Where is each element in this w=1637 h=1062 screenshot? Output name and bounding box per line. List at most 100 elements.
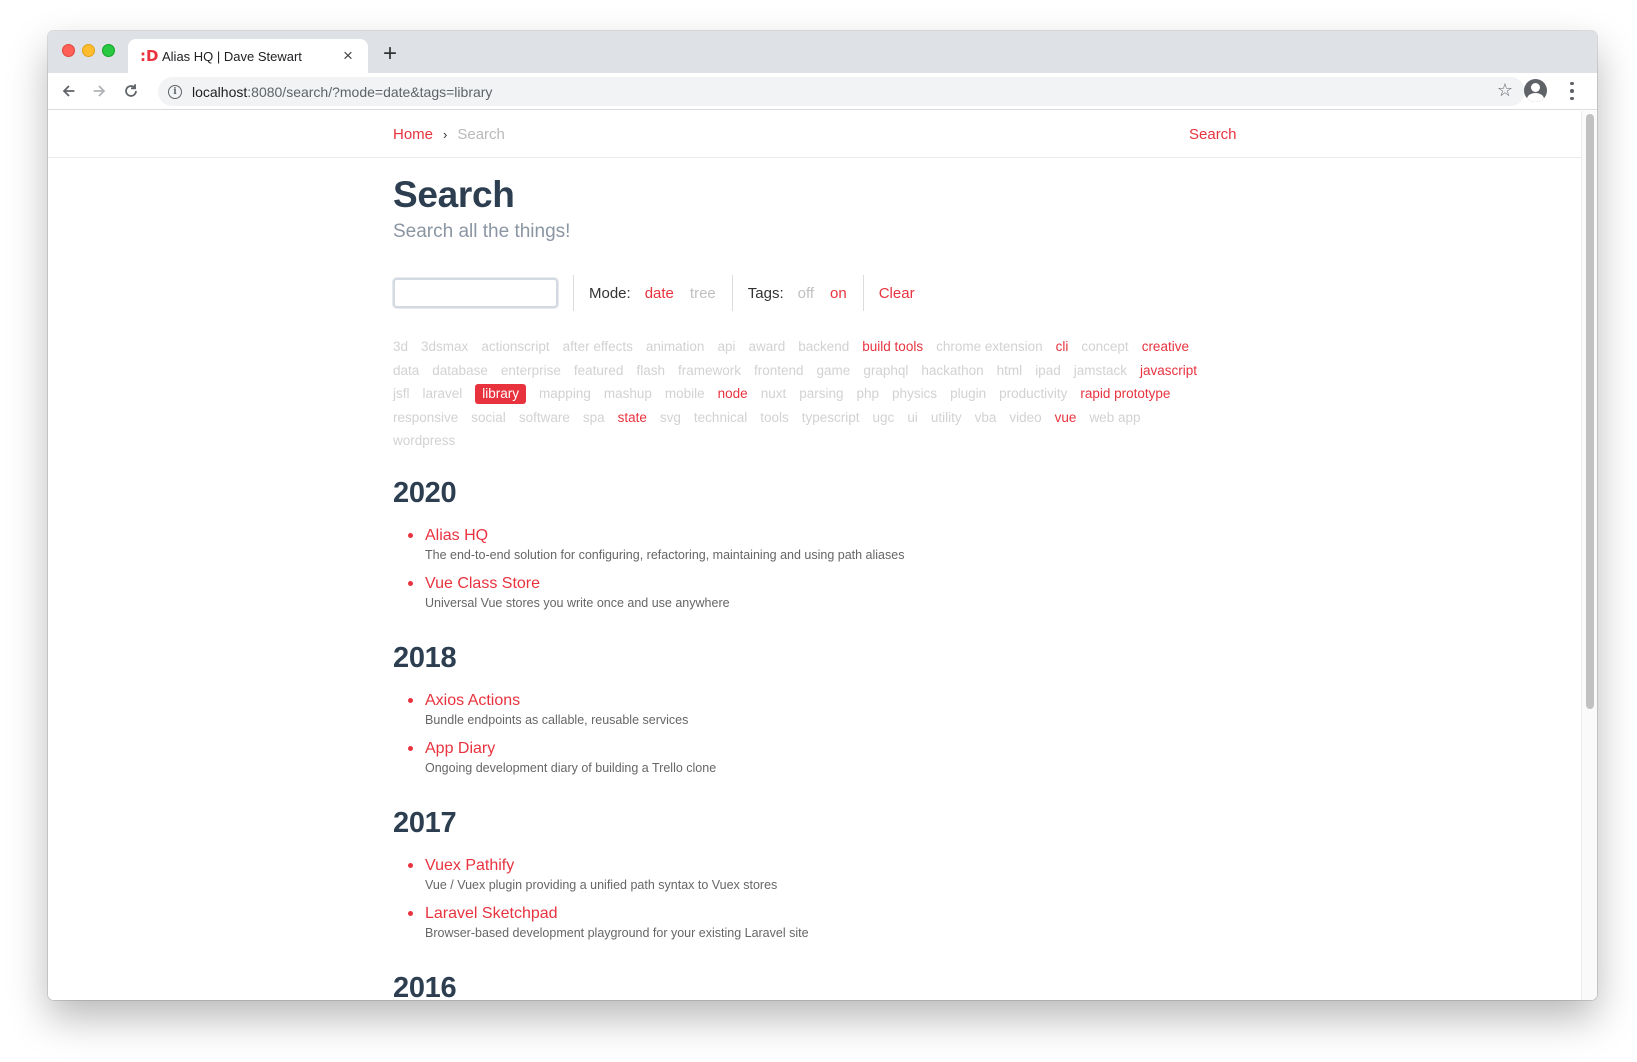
mode-option-tree[interactable]: tree <box>690 285 716 302</box>
tag-library[interactable]: library <box>475 384 527 404</box>
tag-social[interactable]: social <box>471 406 506 430</box>
page-viewport: Home › Search Search Search Search all t… <box>48 111 1597 1000</box>
tag-mapping[interactable]: mapping <box>539 382 591 406</box>
tag-laravel[interactable]: laravel <box>423 382 463 406</box>
reload-icon[interactable] <box>118 78 144 104</box>
close-window-button[interactable] <box>62 44 75 57</box>
maximize-window-button[interactable] <box>102 44 115 57</box>
tag-rapid-prototype[interactable]: rapid prototype <box>1080 382 1170 406</box>
tag-plugin[interactable]: plugin <box>950 382 986 406</box>
tag-enterprise[interactable]: enterprise <box>501 359 561 383</box>
tag-mashup[interactable]: mashup <box>604 382 652 406</box>
profile-avatar-icon[interactable] <box>1524 79 1547 102</box>
tag-chrome-extension[interactable]: chrome extension <box>936 335 1043 359</box>
tag-hackathon[interactable]: hackathon <box>921 359 983 383</box>
post-title-link[interactable]: Vuex Pathify <box>425 855 514 877</box>
year-heading: 2017 <box>393 806 457 839</box>
tag-api[interactable]: api <box>717 335 735 359</box>
browser-menu-icon[interactable] <box>1564 80 1580 102</box>
tag-after-effects[interactable]: after effects <box>563 335 633 359</box>
tag-productivity[interactable]: productivity <box>999 382 1067 406</box>
minimize-window-button[interactable] <box>82 44 95 57</box>
list-item: Axios Actions Bundle endpoints as callabl… <box>393 690 1243 729</box>
tag-svg[interactable]: svg <box>660 406 681 430</box>
tag-parsing[interactable]: parsing <box>799 382 843 406</box>
tag-html[interactable]: html <box>997 359 1023 383</box>
tags-toggle-off[interactable]: off <box>798 285 814 302</box>
tag-award[interactable]: award <box>748 335 785 359</box>
post-title-link[interactable]: Alias HQ <box>425 525 488 547</box>
post-description: Bundle endpoints as callable, reusable s… <box>425 712 689 727</box>
post-title-link[interactable]: Axios Actions <box>425 690 520 712</box>
post-title-link[interactable]: Laravel Sketchpad <box>425 903 558 925</box>
address-bar[interactable]: i localhost:8080/search/?mode=date&tags=… <box>158 77 1525 106</box>
post-title-link[interactable]: Vue Class Store <box>425 573 540 595</box>
post-list: Axios Actions Bundle endpoints as callabl… <box>393 690 1243 777</box>
tag-graphql[interactable]: graphql <box>863 359 908 383</box>
tag-game[interactable]: game <box>817 359 851 383</box>
tag-spa[interactable]: spa <box>583 406 605 430</box>
tag-featured[interactable]: featured <box>574 359 624 383</box>
bookmark-star-icon[interactable]: ☆ <box>1497 80 1513 101</box>
tab-close-icon[interactable]: × <box>340 46 356 66</box>
tag-flash[interactable]: flash <box>636 359 665 383</box>
nav-search-link[interactable]: Search <box>1189 126 1237 143</box>
tag-data[interactable]: data <box>393 359 419 383</box>
tag-ipad[interactable]: ipad <box>1035 359 1061 383</box>
tag-video[interactable]: video <box>1009 406 1041 430</box>
tag-vba[interactable]: vba <box>975 406 997 430</box>
tag-javascript[interactable]: javascript <box>1140 359 1197 383</box>
breadcrumb: Home › Search <box>393 126 505 143</box>
tag-jsfl[interactable]: jsfl <box>393 382 410 406</box>
scrollbar-thumb[interactable] <box>1586 114 1594 709</box>
breadcrumb-home-link[interactable]: Home <box>393 126 433 143</box>
site-info-icon[interactable]: i <box>168 84 182 99</box>
tag-wordpress[interactable]: wordpress <box>393 429 455 453</box>
tag-3d[interactable]: 3d <box>393 335 408 359</box>
tag-build-tools[interactable]: build tools <box>862 335 923 359</box>
search-input[interactable] <box>393 278 558 308</box>
tag-software[interactable]: software <box>519 406 570 430</box>
tag-typescript[interactable]: typescript <box>802 406 860 430</box>
tag-physics[interactable]: physics <box>892 382 937 406</box>
tags-toggle-on[interactable]: on <box>830 285 847 302</box>
tag-ugc[interactable]: ugc <box>873 406 895 430</box>
tag-node[interactable]: node <box>718 382 748 406</box>
browser-tab[interactable]: :D Alias HQ | Dave Stewart × <box>128 39 368 73</box>
tag-technical[interactable]: technical <box>694 406 747 430</box>
post-list: Vuex Pathify Vue / Vuex plugin providing … <box>393 855 1243 942</box>
tag-framework[interactable]: framework <box>678 359 741 383</box>
post-title-link[interactable]: App Diary <box>425 738 495 760</box>
tag-nuxt[interactable]: nuxt <box>761 382 787 406</box>
tag-vue[interactable]: vue <box>1055 406 1077 430</box>
tag-actionscript[interactable]: actionscript <box>481 335 549 359</box>
tag-3dsmax[interactable]: 3dsmax <box>421 335 468 359</box>
tag-tools[interactable]: tools <box>760 406 789 430</box>
page-scrollbar[interactable] <box>1581 111 1597 1000</box>
tag-jamstack[interactable]: jamstack <box>1074 359 1127 383</box>
tag-ui[interactable]: ui <box>907 406 918 430</box>
tag-cli[interactable]: cli <box>1056 335 1069 359</box>
new-tab-button[interactable]: + <box>376 41 404 69</box>
tag-cloud: 3d 3dsmax actionscript after effects animati… <box>393 335 1223 453</box>
back-arrow-icon[interactable] <box>56 78 82 104</box>
tag-backend[interactable]: backend <box>798 335 849 359</box>
clear-button[interactable]: Clear <box>879 285 915 302</box>
tag-web-app[interactable]: web app <box>1089 406 1140 430</box>
tag-concept[interactable]: concept <box>1081 335 1128 359</box>
tag-frontend[interactable]: frontend <box>754 359 804 383</box>
page-subtitle: Search all the things! <box>393 221 571 242</box>
tag-utility[interactable]: utility <box>931 406 962 430</box>
tag-creative[interactable]: creative <box>1142 335 1189 359</box>
browser-window: :D Alias HQ | Dave Stewart × + i localho… <box>48 31 1597 1000</box>
tag-database[interactable]: database <box>432 359 488 383</box>
mode-option-date[interactable]: date <box>645 285 674 302</box>
tag-animation[interactable]: animation <box>646 335 705 359</box>
tag-php[interactable]: php <box>857 382 880 406</box>
tags-label: Tags: <box>747 284 784 302</box>
tag-state[interactable]: state <box>618 406 647 430</box>
forward-arrow-icon[interactable] <box>86 78 112 104</box>
tag-responsive[interactable]: responsive <box>393 406 458 430</box>
url-text[interactable]: localhost:8080/search/?mode=date&tags=li… <box>192 84 492 100</box>
tag-mobile[interactable]: mobile <box>665 382 705 406</box>
